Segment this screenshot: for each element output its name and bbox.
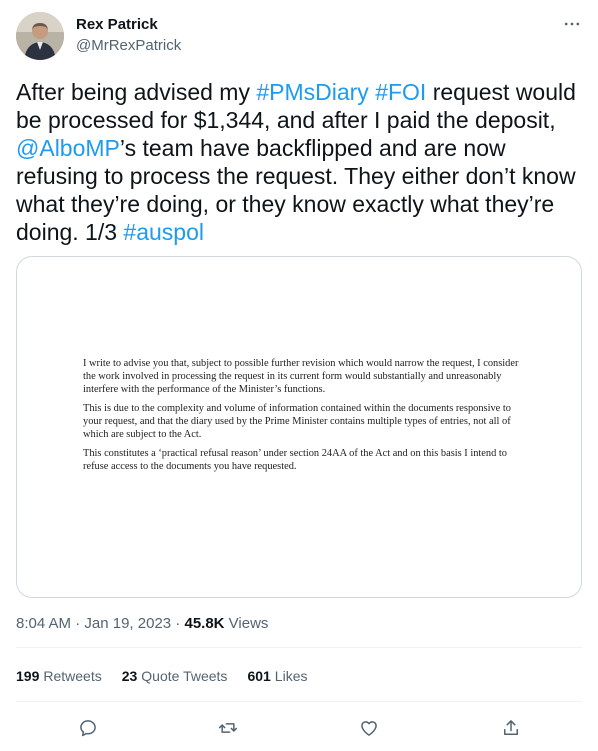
tweet-media-image[interactable]: I write to advise you that, subject to p… (16, 256, 582, 598)
divider (16, 701, 582, 702)
hashtag-link[interactable]: #PMsDiary (256, 79, 368, 105)
share-button[interactable] (497, 714, 525, 742)
document-paragraph: This is due to the complexity and volume… (83, 403, 511, 440)
like-icon (361, 721, 377, 736)
hashtag-link[interactable]: #FOI (375, 79, 426, 105)
divider (16, 647, 582, 648)
avatar-photo-icon (16, 12, 64, 60)
retweets-label: Retweets (43, 668, 102, 684)
likes-stat[interactable]: 601 Likes (247, 666, 307, 686)
retweets-stat[interactable]: 199 Retweets (16, 666, 102, 686)
more-horizontal-icon (564, 22, 580, 26)
quotes-label: Quote Tweets (141, 668, 228, 684)
retweet-button[interactable] (214, 714, 242, 742)
meta-separator: · (171, 615, 185, 632)
retweets-count: 199 (16, 668, 40, 684)
author-name[interactable]: Rex Patrick (76, 15, 158, 35)
quotes-count: 23 (121, 668, 138, 684)
engagement-stats: 199 Retweets 23 Quote Tweets 601 Likes (16, 666, 307, 686)
mention-link[interactable]: @AlboMP (16, 135, 120, 161)
avatar[interactable] (16, 12, 64, 60)
likes-count: 601 (247, 668, 271, 684)
more-button[interactable] (560, 12, 584, 36)
views-count: 45.8K (184, 615, 225, 632)
tweet-text: After being advised my #PMsDiary #FOI re… (16, 78, 582, 246)
hashtag-link[interactable]: #auspol (123, 219, 204, 245)
share-icon (504, 720, 518, 735)
document-paragraph: This constitutes a ‘practical refusal re… (83, 448, 507, 472)
tweet-text-segment: After being advised my (16, 79, 257, 105)
document-letter: I write to advise you that, subject to p… (83, 357, 523, 479)
meta-separator: · (71, 615, 85, 632)
tweet-meta: 8:04 AM · Jan 19, 2023 · 45.8K Views (16, 614, 268, 634)
retweet-icon (218, 723, 238, 733)
likes-label: Likes (274, 668, 308, 684)
like-button[interactable] (355, 714, 383, 742)
document-paragraph: I write to advise you that, subject to p… (83, 358, 519, 395)
views-label: Views (224, 615, 269, 632)
quote-tweets-stat[interactable]: 23 Quote Tweets (122, 666, 228, 686)
tweet-date[interactable]: Jan 19, 2023 (84, 615, 171, 632)
author-handle[interactable]: @MrRexPatrick (76, 36, 181, 56)
reply-icon (80, 720, 96, 737)
tweet-time[interactable]: 8:04 AM (16, 615, 71, 632)
reply-button[interactable] (74, 714, 102, 742)
